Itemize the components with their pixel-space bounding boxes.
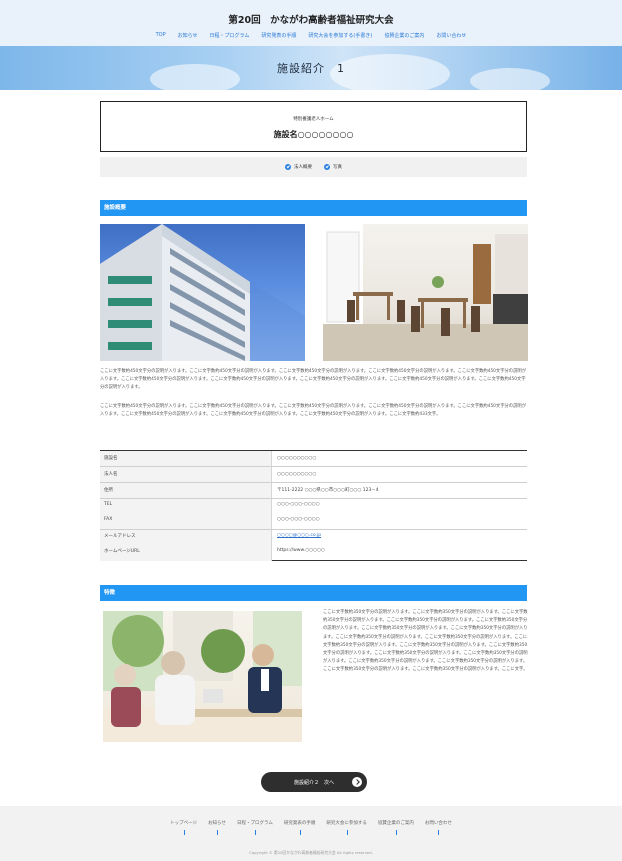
table-row: 住所 〒111-2222 ○○○県○○市○○○町○○○ 123－4: [100, 483, 527, 499]
features-heading: 特徴: [100, 585, 527, 601]
nav-item-contact[interactable]: お問い合わせ: [436, 32, 466, 39]
info-value: ○○○○○○○○○○: [277, 456, 317, 461]
next-button-label: 施設紹介２ 次へ: [293, 779, 334, 786]
building-photo: [100, 224, 305, 361]
info-value: ○○○-○○○-○○○○: [277, 502, 320, 507]
facility-info-table: 施設名 ○○○○○○○○○○ 法人名 ○○○○○○○○○○ 住所 〒111-22…: [100, 450, 527, 561]
table-row: 施設名 ○○○○○○○○○○: [100, 451, 527, 467]
footer-link-top[interactable]: トップページ: [170, 820, 197, 835]
overview-heading: 施設概要: [100, 200, 527, 216]
site-footer: トップページ お知らせ 日程・プログラム 研究発表の手順 研究大会に参加する 協…: [0, 806, 622, 861]
info-label: 住所: [100, 483, 272, 498]
facility-title-box: 特別養護老人ホーム 施設名○○○○○○○○: [100, 101, 527, 152]
tag-label: 法人概要: [294, 165, 312, 170]
info-label: TEL: [104, 502, 113, 507]
info-label: ホームページURL: [104, 549, 140, 554]
nav-item-news[interactable]: お知らせ: [178, 32, 198, 39]
website-link[interactable]: https://www.○○○○○: [272, 548, 527, 553]
info-label-group: メールアドレス ホームページURL: [100, 530, 272, 561]
footer-link-news[interactable]: お知らせ: [208, 820, 226, 835]
info-value: 〒111-2222 ○○○県○○市○○○町○○○ 123－4: [277, 488, 379, 493]
tag-photos[interactable]: 写真: [324, 164, 342, 170]
footer-link-program[interactable]: 日程・プログラム: [237, 820, 273, 835]
consultation-illustration: [103, 611, 302, 742]
nav-item-sponsors[interactable]: 協賛企業のご案内: [384, 32, 424, 39]
hero-banner: 施設紹介 1: [0, 46, 622, 90]
info-value: ○○○-○○○-○○○○: [277, 517, 320, 522]
nav-item-top[interactable]: TOP: [156, 32, 166, 39]
info-label: 法人名: [100, 467, 272, 482]
facility-type: 特別養護老人ホーム: [293, 117, 334, 122]
info-value-group: ○○○○@○○○.co.jp https://www.○○○○○: [272, 530, 527, 561]
site-header: 第20回 かながわ高齢者福祉研究大会 TOP お知らせ 日程・プログラム 研究発…: [0, 0, 622, 46]
nav-item-presentation[interactable]: 研究発表の手順: [261, 32, 296, 39]
info-label: FAX: [104, 517, 113, 522]
features-text: ここに文字数約350文字分の説明が入ります。ここに文字数約350文字分の説明が入…: [323, 610, 528, 673]
table-row: TEL FAX ○○○-○○○-○○○○ ○○○-○○○-○○○○: [100, 499, 527, 530]
facility-name: 施設名○○○○○○○○: [273, 130, 354, 139]
check-icon: [324, 164, 330, 170]
check-icon: [285, 164, 291, 170]
tag-label: 写真: [333, 165, 342, 170]
info-value: ○○○○○○○○○○: [277, 472, 317, 477]
footer-nav: トップページ お知らせ 日程・プログラム 研究発表の手順 研究大会に参加する 協…: [0, 820, 622, 835]
overview-paragraph-2: ここに文字数約450文字分の説明が入ります。ここに文字数約450文字分の説明が入…: [100, 404, 526, 418]
info-label: 施設名: [100, 451, 272, 466]
info-value-group: ○○○-○○○-○○○○ ○○○-○○○-○○○○: [272, 499, 527, 529]
chevron-right-icon: [352, 777, 362, 787]
info-label-group: TEL FAX: [100, 499, 272, 529]
email-link[interactable]: ○○○○@○○○.co.jp: [272, 533, 527, 538]
footer-link-contact[interactable]: お問い合わせ: [425, 820, 452, 835]
nav-item-participate[interactable]: 研究大会を参加する(手書き): [308, 32, 372, 39]
global-nav: TOP お知らせ 日程・プログラム 研究発表の手順 研究大会を参加する(手書き)…: [0, 32, 622, 39]
copyright: Copyright © 第20回かながわ高齢者福祉研究大会 All rights…: [249, 850, 373, 855]
interior-photo: [323, 224, 528, 361]
consultation-photo: [103, 611, 302, 742]
page-title: 施設紹介 1: [277, 62, 345, 75]
table-row: メールアドレス ホームページURL ○○○○@○○○.co.jp https:/…: [100, 530, 527, 561]
next-facility-button[interactable]: 施設紹介２ 次へ: [261, 772, 367, 792]
footer-link-sponsors[interactable]: 協賛企業のご案内: [378, 820, 414, 835]
table-row: 法人名 ○○○○○○○○○○: [100, 467, 527, 483]
info-label: メールアドレス: [104, 534, 136, 539]
footer-link-presentation[interactable]: 研究発表の手順: [284, 820, 315, 835]
tag-bar: 法人概要 写真: [100, 157, 527, 177]
site-title[interactable]: 第20回 かながわ高齢者福祉研究大会: [0, 12, 622, 26]
footer-link-participate[interactable]: 研究大会に参加する: [326, 820, 367, 835]
building-illustration: [100, 224, 305, 361]
dining-room-illustration: [323, 224, 528, 361]
overview-paragraph-1: ここに文字数約450文字分の説明が入ります。ここに文字数約450文字分の説明が入…: [100, 369, 526, 391]
nav-item-program[interactable]: 日程・プログラム: [210, 32, 250, 39]
tag-corporation-overview[interactable]: 法人概要: [285, 164, 312, 170]
